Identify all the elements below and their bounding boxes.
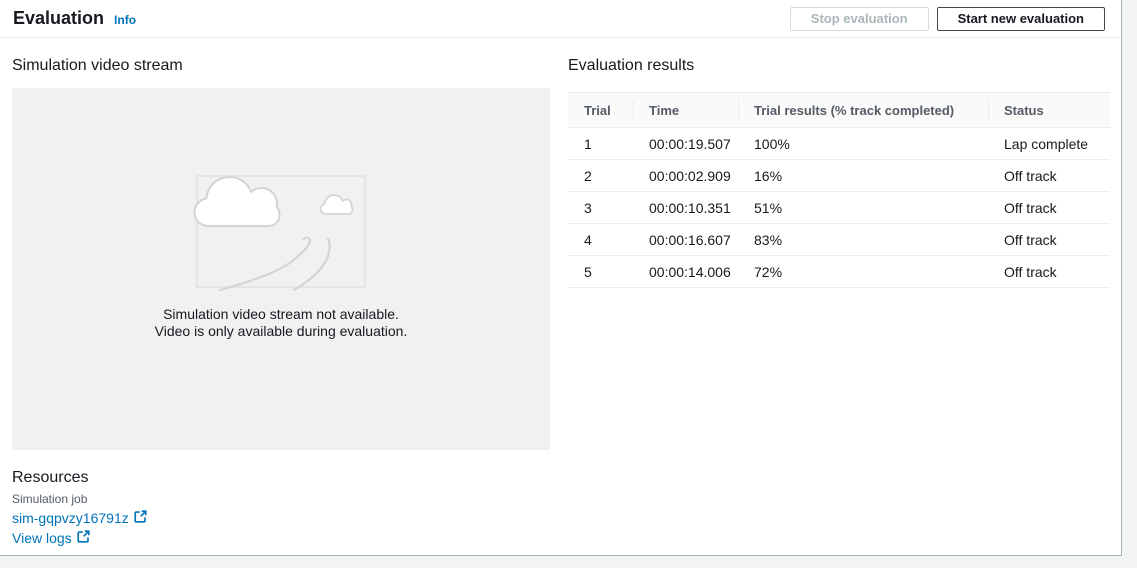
evaluation-results-section: Evaluation results Trial Time Trial resu… — [568, 56, 1110, 288]
table-row: 1 00:00:19.507 100% Lap complete — [568, 128, 1110, 160]
video-section-title: Simulation video stream — [12, 56, 183, 76]
cell-track-completed: 16% — [738, 160, 988, 192]
table-row: 2 00:00:02.909 16% Off track — [568, 160, 1110, 192]
stop-evaluation-button[interactable]: Stop evaluation — [790, 7, 929, 31]
video-unavailable-message: Simulation video stream not available. V… — [12, 306, 550, 340]
simulation-job-link-text: sim-gqpvzy16791z — [12, 510, 129, 526]
cell-time: 00:00:19.507 — [633, 128, 738, 160]
cell-status: Off track — [988, 224, 1110, 256]
cell-status: Lap complete — [988, 128, 1110, 160]
cell-time: 00:00:16.607 — [633, 224, 738, 256]
resources-section: Resources Simulation job sim-gqpvzy16791… — [12, 468, 147, 547]
info-link[interactable]: Info — [114, 13, 136, 27]
results-section-title: Evaluation results — [568, 56, 1110, 76]
external-link-icon — [77, 530, 90, 547]
cell-trial: 2 — [568, 160, 633, 192]
column-header-status: Status — [988, 93, 1110, 128]
page-title: Evaluation — [13, 8, 104, 29]
column-header-time: Time — [633, 93, 738, 128]
evaluation-results-table: Trial Time Trial results (% track comple… — [568, 92, 1110, 288]
cell-trial: 4 — [568, 224, 633, 256]
evaluation-panel: Evaluation Info Stop evaluation Start ne… — [0, 0, 1122, 556]
video-unavailable-line2: Video is only available during evaluatio… — [12, 323, 550, 340]
cell-track-completed: 83% — [738, 224, 988, 256]
simulation-job-label: Simulation job — [12, 491, 147, 507]
cell-trial: 1 — [568, 128, 633, 160]
clouds-and-road-illustration-icon — [191, 170, 371, 292]
column-header-trial-results: Trial results (% track completed) — [738, 93, 988, 128]
cell-trial: 5 — [568, 256, 633, 288]
view-logs-link[interactable]: View logs — [12, 530, 72, 547]
cell-time: 00:00:02.909 — [633, 160, 738, 192]
cell-status: Off track — [988, 160, 1110, 192]
table-row: 4 00:00:16.607 83% Off track — [568, 224, 1110, 256]
cell-trial: 3 — [568, 192, 633, 224]
resources-title: Resources — [12, 468, 147, 488]
external-link-icon — [134, 510, 147, 527]
page-header: Evaluation Info Stop evaluation Start ne… — [0, 0, 1121, 38]
column-header-trial: Trial — [568, 93, 633, 128]
cell-track-completed: 72% — [738, 256, 988, 288]
table-row: 5 00:00:14.006 72% Off track — [568, 256, 1110, 288]
cell-track-completed: 100% — [738, 128, 988, 160]
cell-status: Off track — [988, 256, 1110, 288]
video-stream-area: Simulation video stream not available. V… — [12, 88, 550, 450]
video-unavailable-line1: Simulation video stream not available. — [12, 306, 550, 323]
simulation-job-link[interactable]: sim-gqpvzy16791z — [12, 510, 129, 527]
cell-time: 00:00:10.351 — [633, 192, 738, 224]
cell-time: 00:00:14.006 — [633, 256, 738, 288]
view-logs-link-text: View logs — [12, 530, 72, 546]
table-row: 3 00:00:10.351 51% Off track — [568, 192, 1110, 224]
table-header-row: Trial Time Trial results (% track comple… — [568, 93, 1110, 128]
cell-status: Off track — [988, 192, 1110, 224]
start-new-evaluation-button[interactable]: Start new evaluation — [937, 7, 1105, 31]
cell-track-completed: 51% — [738, 192, 988, 224]
